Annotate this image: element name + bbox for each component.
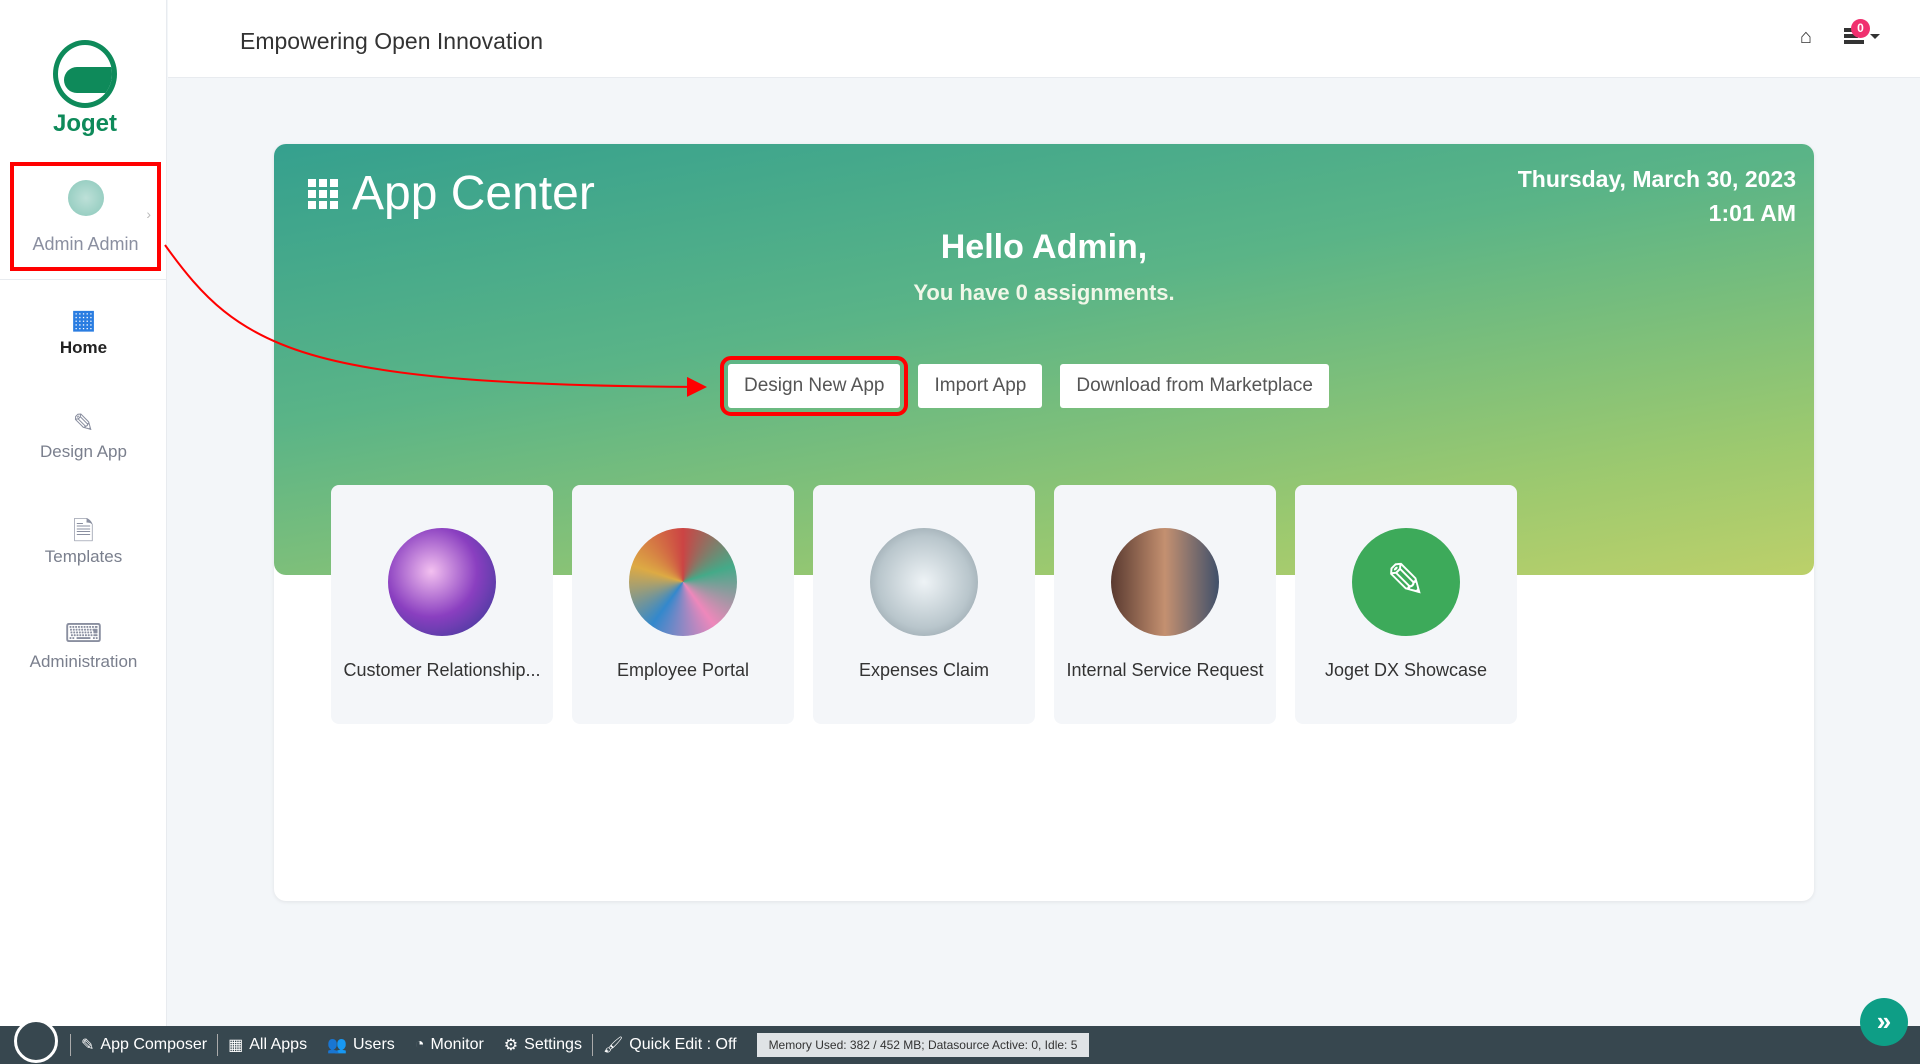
app-label: Customer Relationship... <box>343 660 541 680</box>
user-name: Admin Admin <box>32 234 139 254</box>
link-label: App Composer <box>100 1036 208 1053</box>
nav-label: Templates <box>44 547 123 566</box>
app-tile-internal-service-request[interactable]: Internal Service Request <box>1054 485 1276 724</box>
date: Thursday, March 30, 2023 <box>1517 166 1796 192</box>
apps-grid-icon <box>308 178 338 209</box>
memory-status: Memory Used: 382 / 452 MB; Datasource Ac… <box>756 1033 1090 1057</box>
nav-label: Administration <box>29 652 138 671</box>
app-label: Internal Service Request <box>1066 660 1264 680</box>
app-label: Employee Portal <box>616 660 750 680</box>
users-link[interactable]: 👥 Users <box>317 1035 405 1055</box>
app-composer-link[interactable]: ✎ App Composer <box>71 1035 217 1055</box>
app-tile-employee-portal[interactable]: Employee Portal <box>572 485 794 724</box>
sidebar-item-administration[interactable]: ⌨ Administration <box>0 618 167 672</box>
link-label: All Apps <box>249 1036 308 1053</box>
link-label: Monitor <box>430 1036 484 1053</box>
grid-icon: ▦ <box>71 304 96 334</box>
chevron-right-icon: › <box>146 206 151 222</box>
sidebar: Joget › Admin Admin ▦ Home ✎ Design App 🗎 T… <box>0 0 167 1026</box>
user-menu[interactable]: › Admin Admin <box>10 162 161 271</box>
app-tile-crm[interactable]: Customer Relationship... <box>331 485 553 724</box>
lamp-icon: ✎ <box>1352 528 1460 636</box>
nav-label: Design App <box>40 442 127 461</box>
dashboard-icon: ◔ <box>414 1036 425 1053</box>
logo-text: Joget <box>52 110 117 137</box>
sidebar-item-design-app[interactable]: ✎ Design App <box>0 408 167 462</box>
keyboard-icon: ⌨ <box>64 618 103 648</box>
link-label: Users <box>352 1036 395 1053</box>
app-image <box>1111 528 1219 636</box>
design-new-app-button[interactable]: Design New App <box>719 356 909 416</box>
edit-icon: ✎ <box>81 1037 95 1054</box>
avatar <box>67 180 104 216</box>
link-label: Settings <box>524 1036 582 1053</box>
app-label: Expenses Claim <box>858 660 990 680</box>
notification-badge: 0 <box>1851 19 1870 38</box>
page-title: Empowering Open Innovation <box>240 28 544 54</box>
app-center-card: App Center Thursday, March 30, 2023 1:01 … <box>274 144 1814 901</box>
caret-down-icon[interactable] <box>1870 34 1880 44</box>
app-center-title: App Center <box>308 166 595 221</box>
all-apps-link[interactable]: ▦ All Apps <box>218 1035 317 1055</box>
divider <box>0 279 167 280</box>
app-image <box>388 528 496 636</box>
app-tile-joget-dx-showcase[interactable]: ✎ Joget DX Showcase <box>1295 485 1517 724</box>
app-image <box>870 528 978 636</box>
app-image <box>629 528 737 636</box>
pencil-ruler-icon: ✎ <box>72 408 95 438</box>
quick-edit-toggle[interactable]: 🖌 Quick Edit : Off <box>593 1035 747 1055</box>
admin-bar: ✎ App Composer ▦ All Apps 👥 Users ◔ Monitor … <box>0 1019 1920 1064</box>
header: Empowering Open Innovation ⌂ 0 <box>168 0 1920 78</box>
time: 1:01 AM <box>1708 200 1796 226</box>
datetime: Thursday, March 30, 2023 1:01 AM <box>1518 162 1796 230</box>
expand-button[interactable]: » <box>1860 998 1908 1046</box>
gear-icon: ⚙ <box>503 1037 519 1054</box>
link-label: Quick Edit : Off <box>629 1036 737 1053</box>
title-text: App Center <box>352 167 595 220</box>
monitor-link[interactable]: ◔ Monitor <box>405 1036 494 1054</box>
users-icon: 👥 <box>327 1037 347 1054</box>
download-marketplace-button[interactable]: Download from Marketplace <box>1060 364 1329 408</box>
assignments-text: You have 0 assignments. <box>913 280 1175 305</box>
home-icon[interactable]: ⌂ <box>1800 26 1812 49</box>
sidebar-item-templates[interactable]: 🗎 Templates <box>0 513 167 567</box>
file-icon: 🗎 <box>73 516 94 546</box>
import-app-button[interactable]: Import App <box>918 364 1043 408</box>
joget-logo-icon[interactable] <box>14 1019 58 1063</box>
sidebar-item-home[interactable]: ▦ Home <box>0 304 167 358</box>
settings-link[interactable]: ⚙ Settings <box>494 1035 592 1055</box>
brush-icon: 🖌 <box>602 1037 624 1054</box>
app-label: Joget DX Showcase <box>1324 660 1488 680</box>
app-tile-expenses-claim[interactable]: Expenses Claim <box>813 485 1035 724</box>
greeting: Hello Admin, <box>940 228 1148 266</box>
nav-label: Home <box>59 338 108 357</box>
joget-logo[interactable]: Joget <box>40 40 130 138</box>
grid-icon: ▦ <box>228 1037 244 1054</box>
